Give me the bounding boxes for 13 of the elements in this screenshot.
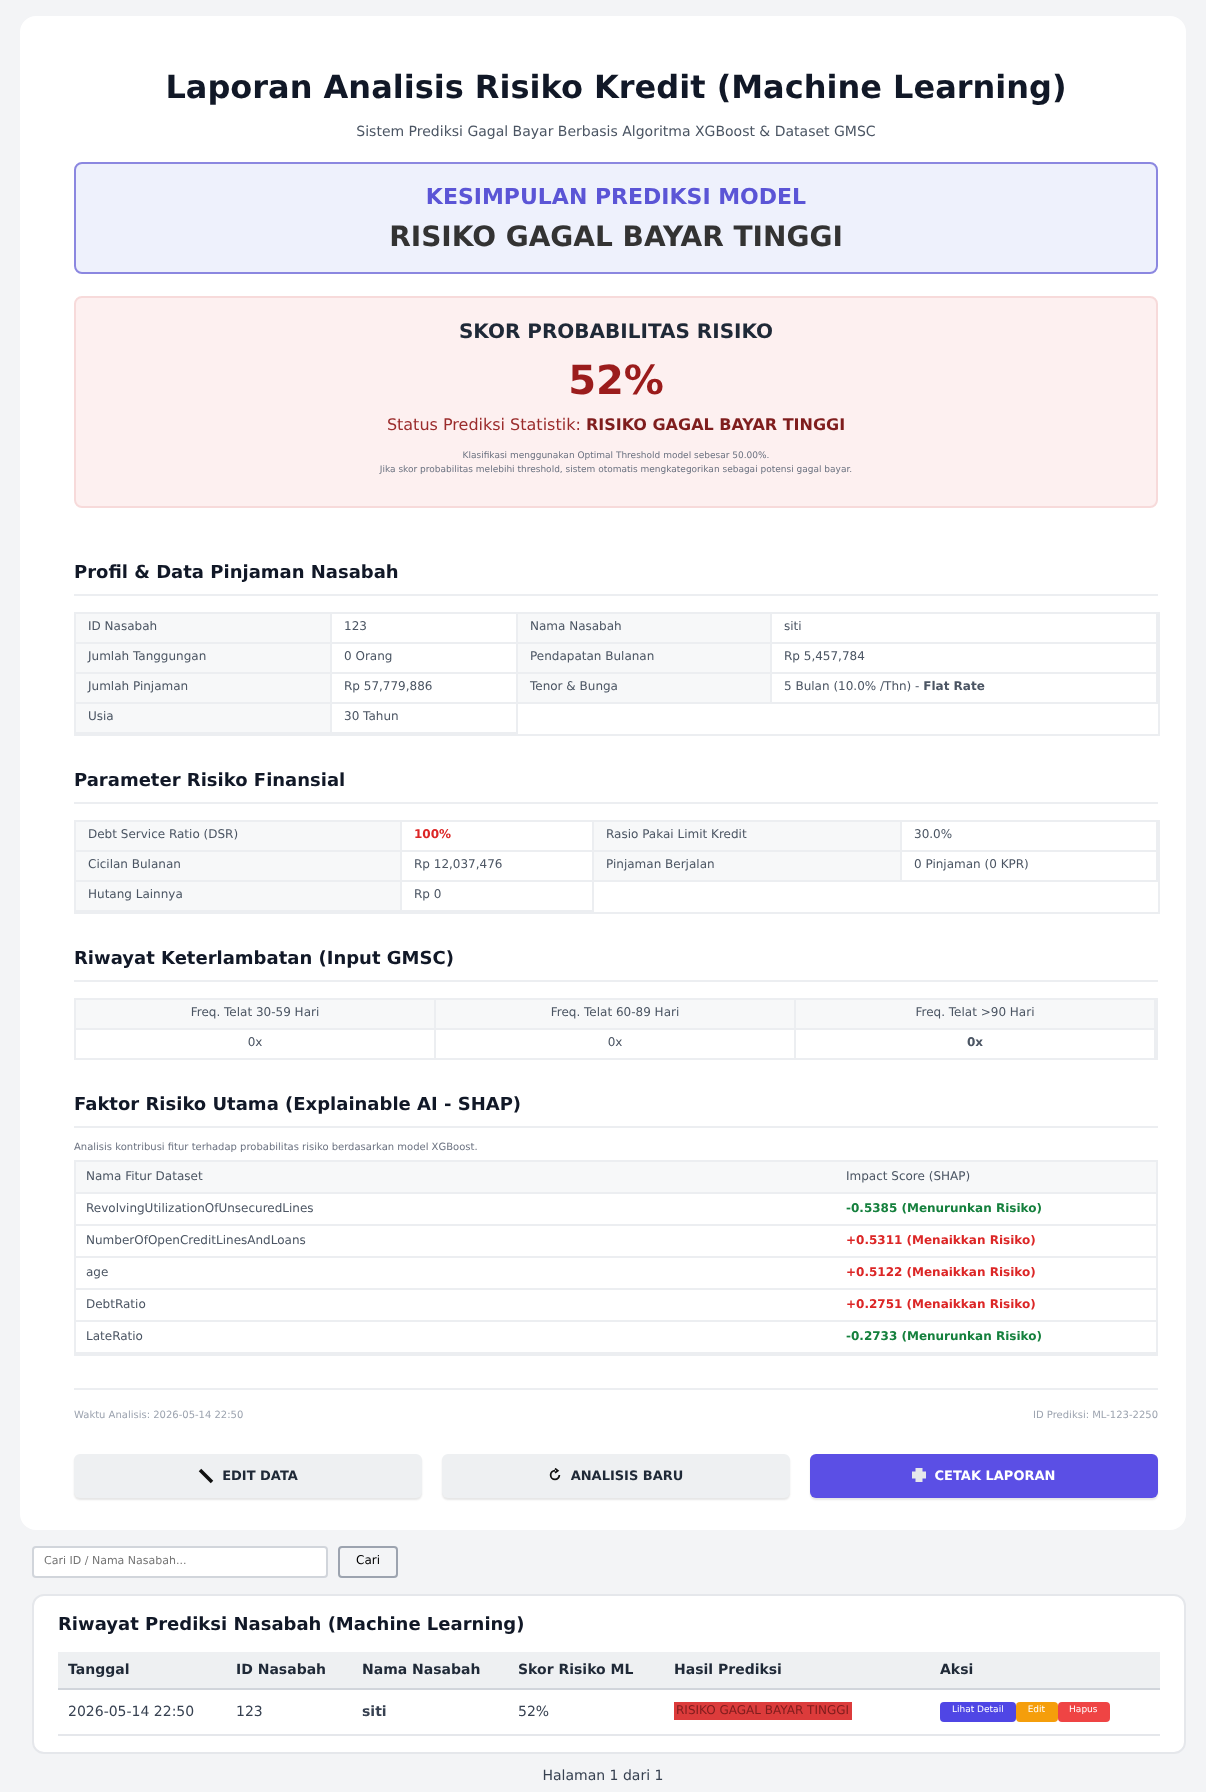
status-text: Status Prediksi Statistik: RISIKO GAGAL BAYAR TINGGI (386, 416, 846, 434)
section-heading: Profil & Data Pinjaman Nasabah (74, 563, 1158, 595)
section-heading: Riwayat Keterlambatan (Input GMSC) (74, 949, 1158, 981)
score-title: SKOR PROBABILITAS RISIKO (458, 322, 774, 344)
section-heading: Faktor Risiko Utama (Explainable AI - SHAP) (74, 1095, 1158, 1127)
conclusion-result: RISIKO GAGAL BAYAR TINGGI (389, 222, 843, 254)
history-title: Riwayat Prediksi Nasabah (Machine Learning) (58, 1615, 527, 1635)
score-value: 52% (568, 356, 664, 404)
conclusion-label: KESIMPULAN PREDIKSI MODEL (425, 184, 807, 210)
report-title: Laporan Analisis Risiko Kredit (Machine Learning) (163, 68, 1069, 106)
section-heading: Parameter Risiko Finansial (74, 771, 1158, 803)
refresh-icon (548, 1468, 563, 1482)
pencil-icon (198, 1467, 215, 1483)
